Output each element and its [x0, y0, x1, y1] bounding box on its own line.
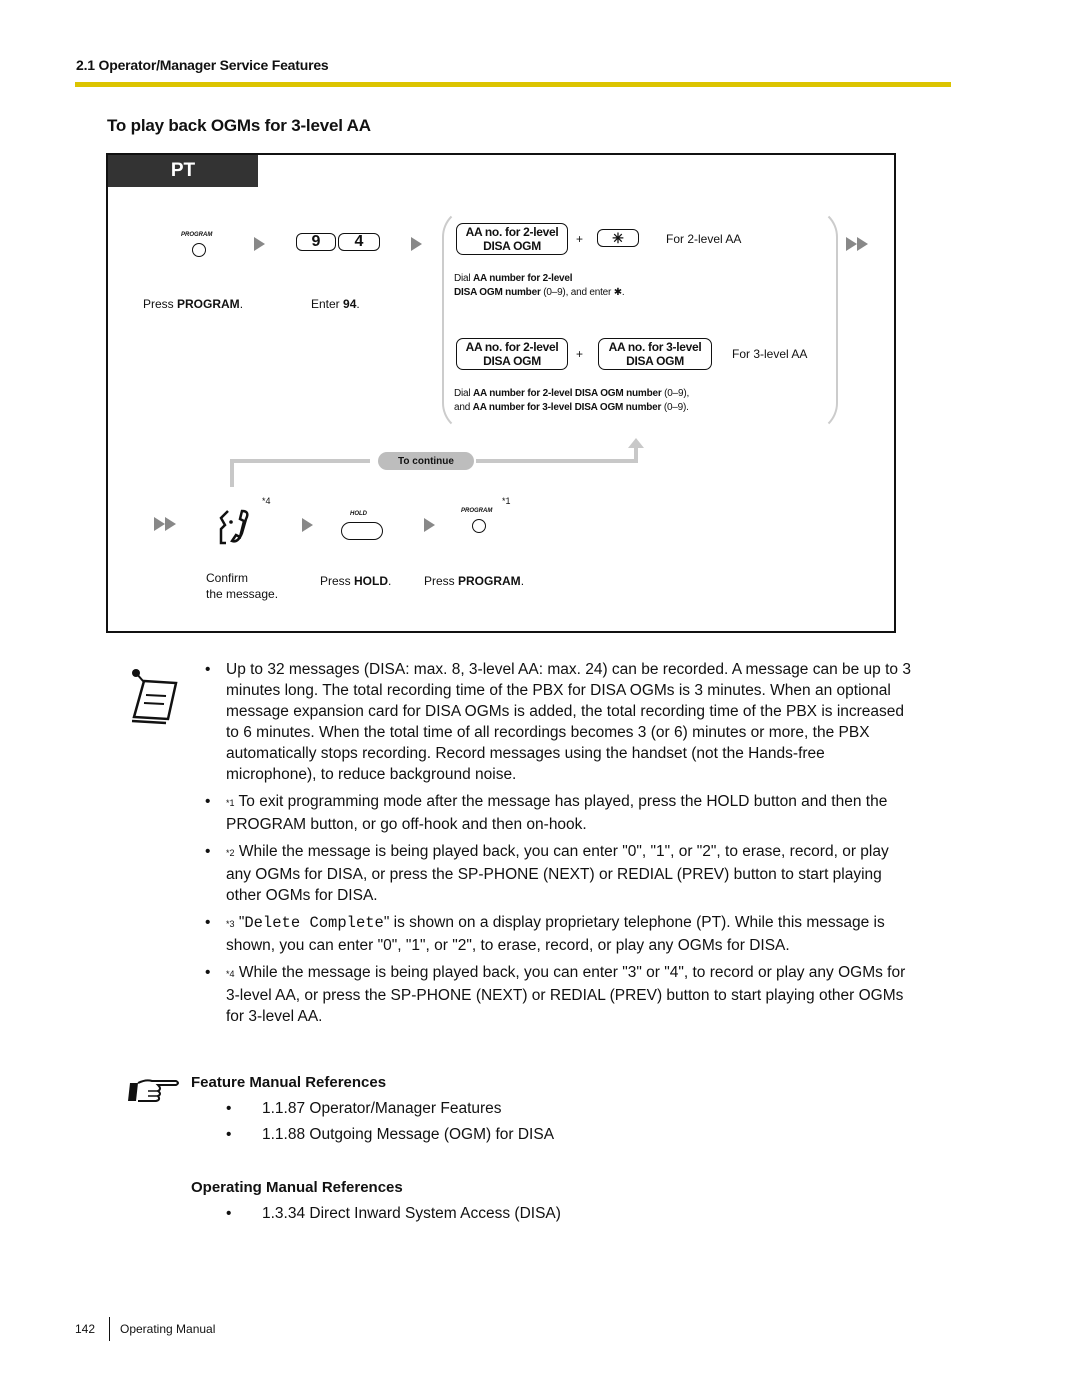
note-item: • *1 To exit programming mode after the m…	[205, 793, 888, 833]
continue-line	[230, 459, 370, 463]
option-3level-label: For 3-level AA	[732, 347, 808, 361]
key-9[interactable]: 9	[296, 233, 336, 251]
plus-sign: +	[576, 347, 584, 361]
option-3level-desc: Dial AA number for 2-level DISA OGM numb…	[454, 388, 690, 413]
procedure-diagram: PT PROGRAM Press PROGRAM. 9 4 Enter 94. …	[106, 153, 896, 633]
arrow-right-icon	[302, 518, 313, 532]
footer-divider	[109, 1317, 110, 1341]
note-item: • *4 While the message is being played ba…	[205, 964, 906, 1025]
note-pad-icon	[131, 669, 178, 725]
footnote-ref: *4	[262, 496, 271, 506]
continue-line	[634, 447, 638, 463]
step2-caption: Enter 94.	[311, 297, 360, 311]
continue-line	[476, 459, 638, 463]
feature-ref-link[interactable]: 1.1.87 Operator/Manager Features	[262, 1100, 502, 1118]
double-arrow-icon	[846, 237, 868, 251]
note-item: • *2 While the message is being played ba…	[205, 843, 889, 904]
arrow-right-icon	[424, 518, 435, 532]
page-title: To play back OGMs for 3-level AA	[107, 116, 371, 135]
operating-refs-heading: Operating Manual References	[191, 1179, 403, 1196]
arrow-right-icon	[411, 237, 422, 251]
key-4[interactable]: 4	[338, 233, 380, 251]
page-number: 142	[75, 1322, 96, 1336]
aa-2level-box[interactable]: AA no. for 2-level DISA OGM	[456, 223, 568, 255]
double-arrow-icon	[154, 517, 176, 531]
aa-3level-box[interactable]: AA no. for 3-level DISA OGM	[598, 338, 712, 370]
round-button-icon[interactable]	[192, 243, 206, 257]
hold-button-label: HOLD	[350, 511, 367, 517]
bullet: •	[226, 1126, 232, 1143]
round-button-icon[interactable]	[472, 519, 486, 533]
handset-listen-icon	[219, 509, 249, 545]
arrow-right-icon	[254, 237, 265, 251]
option-2level-desc: Dial AA number for 2-level DISA OGM numb…	[454, 273, 625, 298]
section-header: 2.1 Operator/Manager Service Features	[76, 57, 329, 73]
pointing-hand-icon	[128, 1079, 179, 1102]
header-rule	[75, 82, 951, 87]
continue-line	[230, 459, 234, 487]
aa-2level-box-b[interactable]: AA no. for 2-level DISA OGM	[456, 338, 568, 370]
bullet: •	[226, 1205, 232, 1222]
program-button-label: PROGRAM	[181, 232, 213, 238]
note-item: • *3 "Delete Complete" is shown on a disp…	[205, 914, 885, 954]
footnote-ref: *1	[502, 496, 511, 506]
bullet: •	[226, 1100, 232, 1117]
step4-caption: Press HOLD.	[320, 574, 392, 588]
option-2level-label: For 2-level AA	[666, 232, 742, 246]
step5-caption: Press PROGRAM.	[424, 574, 525, 588]
step3-caption: Confirm the message.	[206, 571, 279, 601]
arrow-up-icon	[628, 438, 644, 448]
feature-ref-link[interactable]: 1.1.88 Outgoing Message (OGM) for DISA	[262, 1126, 554, 1144]
hold-button-icon[interactable]	[341, 522, 383, 540]
feature-refs-heading: Feature Manual References	[191, 1074, 387, 1091]
step1-caption: Press PROGRAM.	[143, 297, 244, 311]
plus-sign: +	[576, 232, 584, 246]
note-item: • Up to 32 messages (DISA: max. 8, 3-leve…	[205, 661, 911, 783]
to-continue-label: To continue	[378, 452, 474, 470]
program-button-label: PROGRAM	[461, 508, 493, 514]
operating-ref-link[interactable]: 1.3.34 Direct Inward System Access (DISA…	[262, 1205, 561, 1223]
pt-tab: PT	[108, 155, 258, 187]
notes-list: • Up to 32 messages (DISA: max. 8, 3-leve…	[205, 659, 915, 1033]
star-key[interactable]: ✳	[597, 229, 639, 247]
footer-label: Operating Manual	[120, 1322, 216, 1336]
